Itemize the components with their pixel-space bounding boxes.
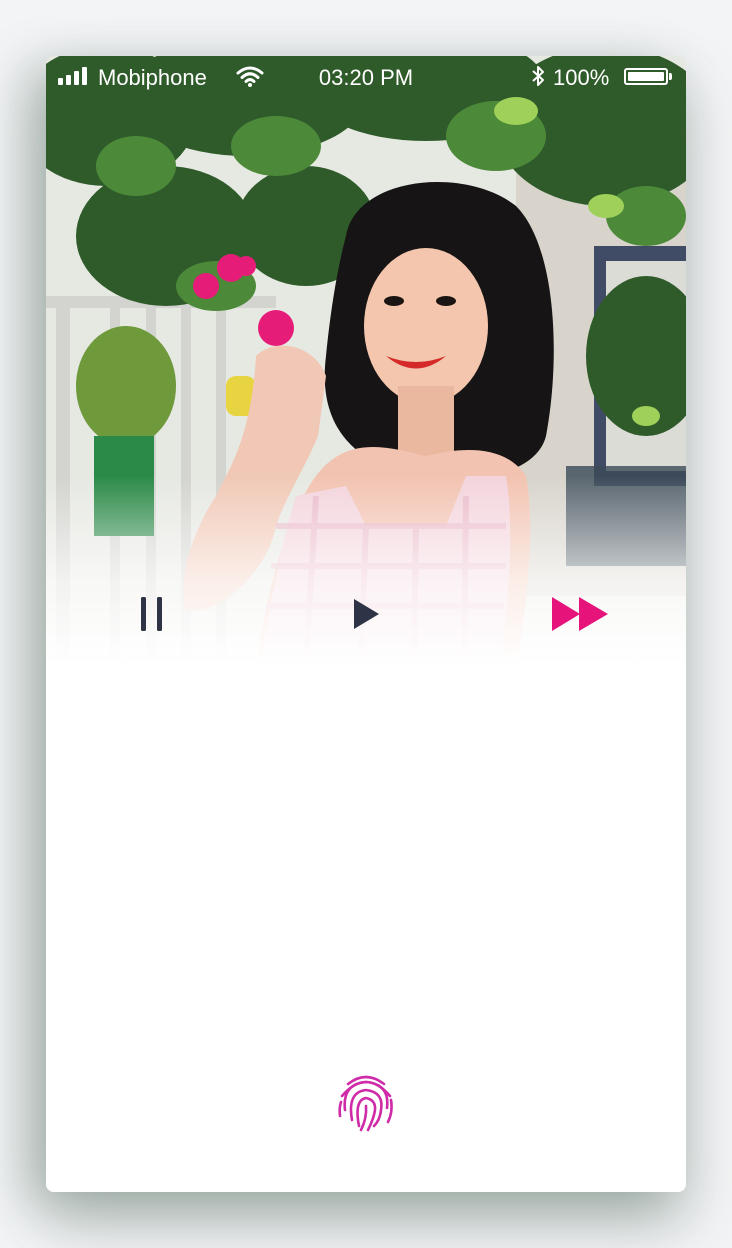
battery-icon <box>624 68 668 85</box>
battery-percentage: 100% <box>553 65 610 90</box>
phone-screen: Mobiphone 03:20 PM 100% <box>46 56 686 1192</box>
fast-forward-icon <box>552 597 608 631</box>
battery-cap <box>669 73 672 80</box>
fast-forward-button[interactable] <box>542 586 618 642</box>
photo <box>46 56 686 666</box>
play-icon <box>354 599 379 629</box>
bluetooth-icon <box>530 64 546 94</box>
pause-button[interactable] <box>128 586 176 642</box>
pause-icon <box>141 597 162 631</box>
status-bar: Mobiphone 03:20 PM 100% <box>46 56 686 96</box>
play-button[interactable] <box>340 586 392 642</box>
fingerprint-icon <box>338 1075 393 1132</box>
player-controls <box>46 586 686 642</box>
fingerprint-button[interactable] <box>336 1070 396 1134</box>
